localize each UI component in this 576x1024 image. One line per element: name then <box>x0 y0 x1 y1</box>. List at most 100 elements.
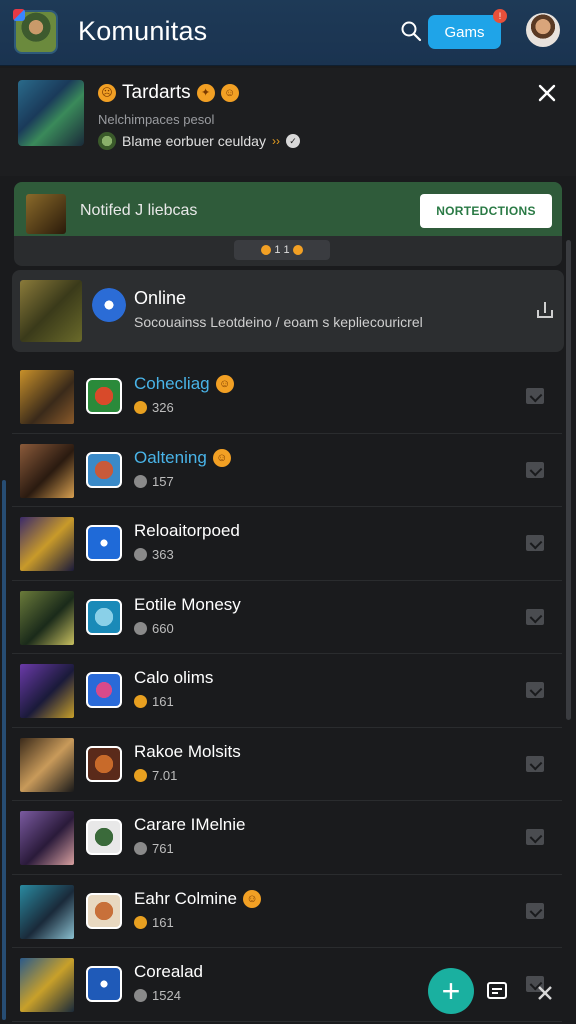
app-header: Komunitas Gams ! <box>0 0 576 66</box>
member-count-value: 660 <box>152 620 174 636</box>
community-thumbnail <box>20 811 74 865</box>
member-count-value: 161 <box>152 914 174 930</box>
user-avatar[interactable] <box>526 13 560 47</box>
member-count: 157 <box>134 474 174 489</box>
community-name-row: Eotile Monesy <box>134 595 241 615</box>
scrollbar[interactable] <box>566 240 571 720</box>
member-count: 1524 <box>134 988 181 1003</box>
community-thumbnail <box>20 664 74 718</box>
community-name: Reloaitorpoed <box>134 521 240 540</box>
member-count: 161 <box>134 694 174 709</box>
community-thumbnail <box>20 590 74 645</box>
add-community-button[interactable]: + <box>428 968 474 1014</box>
community-thumbnail <box>20 517 74 571</box>
community-row[interactable]: Carare IMelnie 761 <box>12 801 562 875</box>
status-dot-icon <box>134 401 147 414</box>
member-count-value: 1524 <box>152 988 181 1003</box>
join-button[interactable] <box>526 608 544 625</box>
notification-title: Tardarts <box>122 82 191 103</box>
member-count-value: 363 <box>152 547 174 562</box>
dismiss-icon[interactable] <box>536 984 554 1002</box>
status-dot-icon <box>134 548 147 561</box>
games-button-label: Gams <box>444 23 485 41</box>
community-name: Corealad <box>134 962 203 981</box>
logo-badge-icon <box>13 9 25 21</box>
community-thumbnail <box>20 884 74 939</box>
online-community-icon <box>92 288 126 322</box>
banner-pill[interactable]: 1 1 <box>234 240 330 260</box>
games-button[interactable]: Gams ! <box>428 9 507 49</box>
join-button[interactable] <box>526 829 544 845</box>
join-button[interactable] <box>526 682 544 698</box>
join-button[interactable] <box>526 461 544 478</box>
status-dot-icon <box>134 768 147 782</box>
community-thumbnail <box>20 958 74 1012</box>
community-name-row: Reloaitorpoed <box>134 521 240 541</box>
status-dot-icon <box>134 989 147 1002</box>
community-name: Eahr Colmine <box>134 888 237 908</box>
member-count-value: 326 <box>152 400 174 415</box>
banner-thumbnail <box>26 194 66 234</box>
online-thumbnail <box>20 280 82 342</box>
app-logo[interactable] <box>13 9 58 54</box>
community-icon <box>86 451 122 488</box>
notification-line-text: Blame eorbuer ceulday <box>122 133 266 149</box>
community-name-row: Calo olims <box>134 668 213 688</box>
check-icon: ✓ <box>285 134 300 148</box>
community-row[interactable]: Eotile Monesy 660 <box>12 581 562 654</box>
member-count-value: 161 <box>152 694 174 709</box>
community-row[interactable]: Corealad 1524 <box>12 948 562 1022</box>
community-row[interactable]: Rakoe Molsits 7.01 <box>12 728 562 801</box>
notification-banner: Notifed J liebcas NORTEDCTIONS 1 1 <box>14 182 562 266</box>
notification-title-row: ☹ Tardarts ✦ ☺ <box>98 82 239 104</box>
community-row[interactable]: Reloaitorpoed 363 <box>12 507 562 581</box>
community-name: Rakoe Molsits <box>134 741 241 761</box>
community-name-row: Carare IMelnie <box>134 815 246 835</box>
status-dot-icon <box>134 621 147 635</box>
left-rail <box>2 480 6 1020</box>
community-icon <box>86 378 122 414</box>
fire-emoji-icon: ✦ <box>196 84 215 102</box>
page-title: Komunitas <box>78 16 208 46</box>
search-icon[interactable] <box>400 20 422 42</box>
join-button[interactable] <box>526 902 544 919</box>
community-row[interactable]: Oaltening ☺ 157 <box>12 434 562 507</box>
community-icon <box>86 525 122 561</box>
mini-avatar <box>98 132 116 150</box>
smile-emoji-icon: ☺ <box>220 84 239 102</box>
member-count-value: 761 <box>152 841 174 856</box>
community-icon <box>86 966 122 1002</box>
community-name-row: Rakoe Molsits <box>134 742 241 762</box>
community-thumbnail <box>20 737 74 792</box>
notifications-button[interactable]: NORTEDCTIONS <box>420 194 552 228</box>
close-icon[interactable] <box>536 82 558 104</box>
online-subtitle: Socouainss Leotdeino / eoam s kepliecour… <box>134 314 423 330</box>
status-dot-icon <box>134 842 147 855</box>
online-card[interactable]: Online Socouainss Leotdeino / eoam s kep… <box>12 270 564 352</box>
community-icon <box>86 892 122 929</box>
community-name-row: Cohecliag ☺ <box>134 374 234 394</box>
member-count: 161 <box>134 915 174 930</box>
member-count: 660 <box>134 621 174 636</box>
community-icon <box>86 819 122 855</box>
join-button[interactable] <box>526 755 544 772</box>
community-row[interactable]: Eahr Colmine ☺ 161 <box>12 875 562 948</box>
community-name-row: Corealad <box>134 962 203 982</box>
chat-icon[interactable] <box>486 980 508 1002</box>
community-list: Cohecliag ☺ 326 Oaltening ☺ 157 Reloaitorpoed 3… <box>12 360 562 1022</box>
member-count-value: 157 <box>152 473 174 489</box>
share-icon[interactable] <box>535 300 555 320</box>
community-name-row: Eahr Colmine ☺ <box>134 889 261 909</box>
community-row[interactable]: Calo olims 161 <box>12 654 562 728</box>
notification-card[interactable]: ☹ Tardarts ✦ ☺ Nelchimpaces pesol Blame … <box>0 68 576 176</box>
community-name: Calo olims <box>134 668 214 687</box>
join-button[interactable] <box>526 535 544 551</box>
community-row[interactable]: Cohecliag ☺ 326 <box>12 360 562 434</box>
community-name: Cohecliag <box>134 374 210 393</box>
emoji-icon: ☺ <box>243 889 261 908</box>
join-button[interactable] <box>526 388 544 404</box>
notification-thumbnail <box>18 80 84 146</box>
status-dot-icon <box>134 915 147 929</box>
pill-emoji-icon <box>292 245 303 255</box>
community-icon <box>86 672 122 708</box>
